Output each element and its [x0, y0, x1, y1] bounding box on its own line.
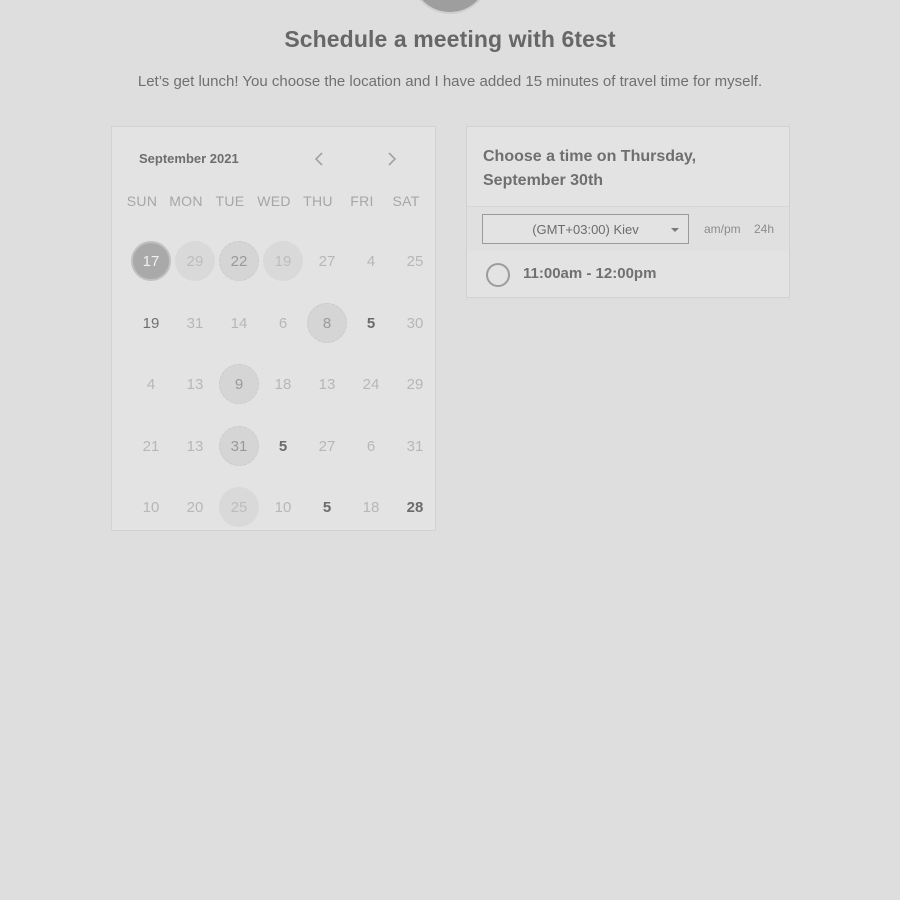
- calendar-day[interactable]: 8: [305, 293, 349, 355]
- 24h-format-toggle[interactable]: 24h: [754, 222, 774, 236]
- weekday-header: SUN MON TUE WED THU FRI SAT: [120, 193, 428, 209]
- calendar-day[interactable]: 19: [129, 293, 173, 355]
- calendar-day: 18: [274, 376, 292, 394]
- calendar-day: 6: [278, 314, 288, 332]
- calendar-day: 24: [362, 376, 380, 394]
- scheduling-page: Schedule a meeting with 6test Let’s get …: [0, 0, 900, 900]
- calendar-day[interactable]: 25: [217, 477, 261, 539]
- timezone-select[interactable]: (GMT+03:00) Kiev: [482, 214, 689, 244]
- calendar-day: 10: [142, 499, 160, 517]
- page-subtitle: Let’s get lunch! You choose the location…: [137, 73, 763, 90]
- calendar-card: September 2021 SUN MON TUE WED THU FRI S…: [111, 126, 436, 531]
- calendar-day-selected[interactable]: 17: [129, 231, 173, 293]
- ampm-format-toggle[interactable]: am/pm: [704, 222, 741, 236]
- calendar-day: 31: [406, 437, 424, 455]
- calendar-day: 4: [146, 376, 156, 394]
- weekday-label: SAT: [392, 193, 420, 209]
- weekday-label: THU: [303, 193, 333, 209]
- calendar-day: 20: [186, 499, 204, 517]
- weekday-label: TUE: [215, 193, 245, 209]
- calendar-day[interactable]: 9: [217, 354, 261, 416]
- chevron-left-icon: [313, 149, 325, 172]
- calendar-day: 21: [142, 437, 160, 455]
- timezone-row: (GMT+03:00) Kiev am/pm 24h: [467, 207, 789, 251]
- calendar-day[interactable]: 19: [261, 231, 305, 293]
- next-month-button[interactable]: [381, 149, 403, 171]
- time-slot-option[interactable]: 11:00am - 12:00pm: [467, 252, 789, 297]
- calendar-day: 27: [318, 253, 336, 271]
- calendar-day: 13: [186, 437, 204, 455]
- calendar-day: 29: [406, 376, 424, 394]
- calendar-day: 4: [366, 253, 376, 271]
- weekday-label: SUN: [126, 193, 158, 209]
- time-selection-card: Choose a time on Thursday, September 30t…: [466, 126, 790, 298]
- radio-button[interactable]: [486, 263, 510, 287]
- weekday-label: WED: [257, 193, 291, 209]
- calendar-day[interactable]: 22: [217, 231, 261, 293]
- calendar-month-label: September 2021: [139, 151, 239, 166]
- calendar-day[interactable]: 5: [349, 293, 393, 355]
- weekday-label: FRI: [350, 193, 374, 209]
- chevron-right-icon: [386, 149, 398, 172]
- calendar-day: 13: [318, 376, 336, 394]
- avatar: [410, 0, 490, 14]
- calendar-day: 31: [186, 314, 204, 332]
- calendar-day[interactable]: 29: [173, 231, 217, 293]
- calendar-day: 13: [186, 376, 204, 394]
- calendar-day: 18: [362, 499, 380, 517]
- caret-down-icon: [671, 228, 679, 232]
- calendar-day[interactable]: 5: [305, 477, 349, 539]
- calendar-day[interactable]: 31: [217, 416, 261, 478]
- calendar-day: 10: [274, 499, 292, 517]
- calendar-day: 25: [406, 253, 424, 271]
- previous-month-button[interactable]: [308, 149, 330, 171]
- weekday-label: MON: [169, 193, 203, 209]
- calendar-day: 6: [366, 437, 376, 455]
- calendar-day: 30: [406, 314, 424, 332]
- time-slot-label: 11:00am - 12:00pm: [523, 265, 657, 282]
- calendar-day: 27: [318, 437, 336, 455]
- time-panel-heading: Choose a time on Thursday, September 30t…: [467, 127, 789, 207]
- calendar-day-grid: 17 29 22 19 27 4 25 19 31 14 6 8 5 30 4 …: [129, 231, 437, 539]
- page-title: Schedule a meeting with 6test: [284, 26, 616, 52]
- calendar-day: 14: [230, 314, 248, 332]
- timezone-value: (GMT+03:00) Kiev: [532, 221, 639, 237]
- calendar-day[interactable]: 5: [261, 416, 305, 478]
- calendar-day[interactable]: 28: [393, 477, 437, 539]
